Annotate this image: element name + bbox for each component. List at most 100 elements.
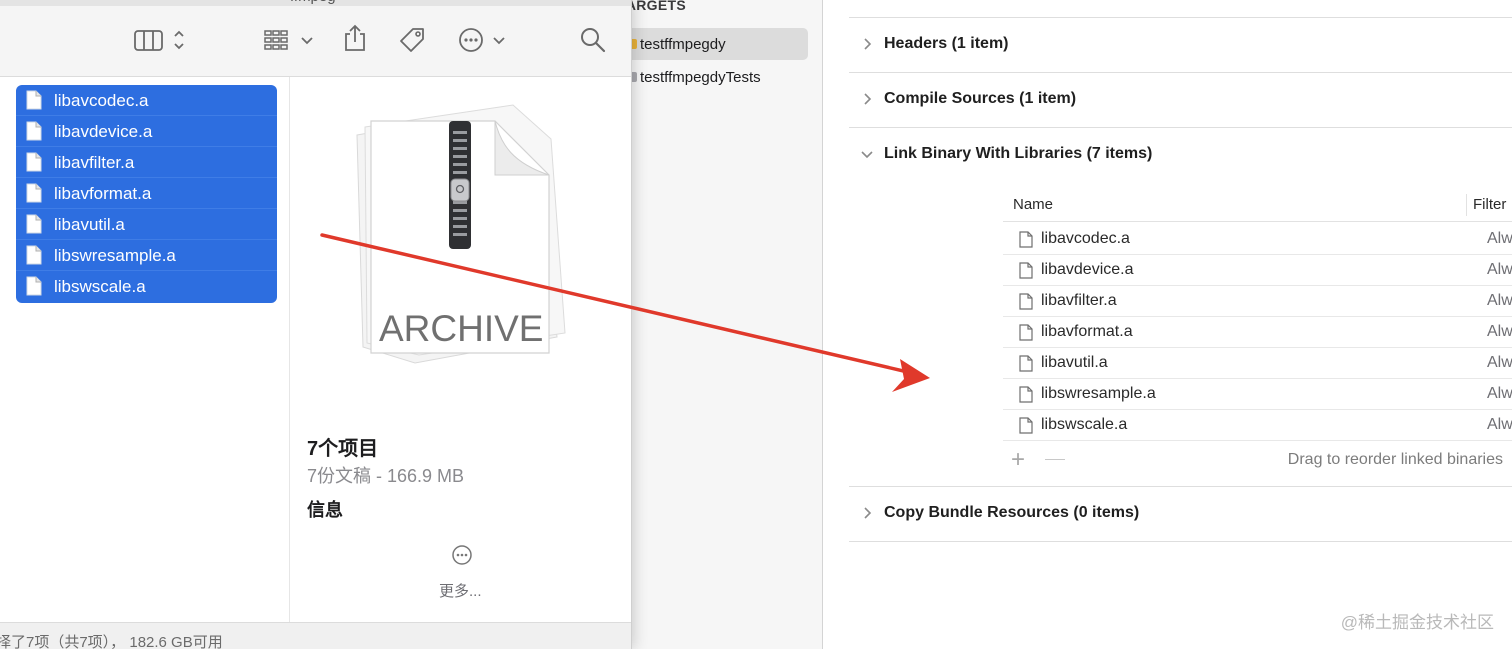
search-icon — [581, 28, 606, 53]
group-view-icon — [264, 30, 313, 50]
search-button[interactable] — [578, 22, 608, 58]
document-icon — [26, 90, 42, 110]
document-icon — [1019, 417, 1033, 434]
share-button[interactable] — [340, 20, 370, 56]
library-status[interactable]: Alway — [1487, 354, 1512, 372]
library-status[interactable]: Alway — [1487, 261, 1512, 279]
library-name: libavcodec.a — [1041, 230, 1130, 247]
library-name: libswscale.a — [1041, 416, 1128, 433]
more-button[interactable]: 更多... — [439, 580, 482, 601]
file-item[interactable]: libswresample.a — [16, 240, 277, 271]
library-status[interactable]: Alway — [1487, 292, 1512, 310]
tag-button[interactable] — [396, 22, 428, 58]
document-icon — [1019, 293, 1033, 310]
watermark: @稀土掘金技术社区 — [1340, 613, 1494, 632]
library-status[interactable]: Alway — [1487, 416, 1512, 434]
file-item[interactable]: libswscale.a — [16, 271, 277, 302]
more-actions-icon — [459, 28, 505, 52]
finder-window: ffmpeg — [0, 0, 632, 649]
file-item[interactable]: libavcodec.a — [16, 85, 277, 116]
library-row[interactable]: libavcodec.a Alway — [1003, 224, 1512, 255]
file-name: libswscale.a — [54, 277, 146, 296]
group-button[interactable] — [262, 22, 318, 58]
file-name: libavformat.a — [54, 184, 152, 203]
info-heading: 信息 — [307, 500, 343, 520]
library-row[interactable]: libavdevice.a Alway — [1003, 255, 1512, 286]
library-row[interactable]: libavformat.a Alway — [1003, 317, 1512, 348]
target-label: testffmpegdyTests — [640, 68, 761, 86]
chevron-right-icon[interactable] — [858, 504, 876, 522]
preview-title: 7个项目 — [307, 438, 379, 460]
library-status[interactable]: Alway — [1487, 323, 1512, 341]
phase-title: Headers (1 item) — [884, 35, 1009, 52]
column-filter-header[interactable]: Filter — [1473, 196, 1506, 213]
document-icon — [26, 214, 42, 234]
column-divider — [1466, 194, 1467, 216]
libraries-table-footer: + Drag to reorder linked binaries — [1003, 444, 1512, 476]
libraries-table-header: Name Filter — [1003, 188, 1512, 222]
file-name: libswresample.a — [54, 246, 176, 265]
action-menu-button[interactable] — [456, 22, 510, 58]
file-name: libavcodec.a — [54, 91, 149, 110]
preview-subtitle: 7份文稿 - 166.9 MB — [307, 466, 465, 486]
phase-headers[interactable]: Headers (1 item) — [858, 35, 1009, 53]
chevron-down-icon[interactable] — [858, 145, 876, 163]
document-icon — [26, 183, 42, 203]
column-name-header[interactable]: Name — [1013, 196, 1053, 213]
phase-divider — [849, 486, 1512, 487]
phase-link-binary[interactable]: Link Binary With Libraries (7 items) — [858, 145, 1152, 163]
library-row[interactable]: libswscale.a Alway — [1003, 410, 1512, 441]
phase-title: Copy Bundle Resources (0 items) — [884, 504, 1140, 521]
share-icon — [345, 24, 365, 51]
chevron-right-icon[interactable] — [858, 35, 876, 53]
phase-divider — [849, 72, 1512, 73]
library-row[interactable]: libavfilter.a Alway — [1003, 286, 1512, 317]
library-name: libavfilter.a — [1041, 292, 1117, 309]
phase-title: Compile Sources (1 item) — [884, 90, 1077, 107]
archive-icon: ARCHIVE — [356, 104, 566, 364]
library-name: libavformat.a — [1041, 323, 1133, 340]
target-item-tests[interactable]: testffmpegdyTests — [620, 61, 761, 93]
phase-copy-bundle[interactable]: Copy Bundle Resources (0 items) — [858, 504, 1139, 522]
library-status[interactable]: Alway — [1487, 385, 1512, 403]
chevron-right-icon[interactable] — [858, 90, 876, 108]
view-options-button[interactable] — [132, 22, 190, 58]
finder-toolbar — [0, 6, 631, 77]
document-icon — [26, 276, 42, 296]
phase-divider — [849, 127, 1512, 128]
file-name: libavfilter.a — [54, 153, 135, 172]
remove-library-button[interactable] — [1045, 459, 1065, 460]
file-item[interactable]: libavdevice.a — [16, 116, 277, 147]
file-item[interactable]: libavfilter.a — [16, 147, 277, 178]
document-icon — [26, 152, 42, 172]
phase-title: Link Binary With Libraries (7 items) — [884, 145, 1153, 162]
phase-divider — [849, 541, 1512, 542]
target-label: testffmpegdy — [640, 35, 726, 53]
document-icon — [1019, 324, 1033, 341]
file-name: libavdevice.a — [54, 122, 153, 141]
library-status[interactable]: Alway — [1487, 230, 1512, 248]
file-item[interactable]: libavformat.a — [16, 178, 277, 209]
document-icon — [1019, 386, 1033, 403]
window-title: ffmpeg — [290, 0, 336, 5]
reorder-hint: Drag to reorder linked binaries — [1287, 451, 1503, 468]
add-library-button[interactable]: + — [1011, 446, 1025, 474]
status-bar: 择了7项（共7项）， 182.6 GB可用 — [0, 622, 631, 649]
more-icon[interactable] — [451, 544, 473, 566]
library-row[interactable]: libavutil.a Alway — [1003, 348, 1512, 379]
phase-divider — [849, 17, 1512, 18]
phase-compile-sources[interactable]: Compile Sources (1 item) — [858, 90, 1076, 108]
file-name: libavutil.a — [54, 215, 125, 234]
pane-divider[interactable] — [822, 0, 823, 649]
document-icon — [26, 121, 42, 141]
library-row[interactable]: libswresample.a Alway — [1003, 379, 1512, 410]
document-icon — [1019, 262, 1033, 279]
status-text: 择了7项（共7项）， 182.6 GB可用 — [0, 634, 223, 649]
file-item[interactable]: libavutil.a — [16, 209, 277, 240]
document-icon — [26, 245, 42, 265]
arrow-head-icon — [892, 359, 930, 392]
tag-icon — [400, 28, 424, 52]
target-item-app[interactable]: testffmpegdy — [620, 28, 808, 60]
library-name: libavdevice.a — [1041, 261, 1134, 278]
document-icon — [1019, 355, 1033, 372]
